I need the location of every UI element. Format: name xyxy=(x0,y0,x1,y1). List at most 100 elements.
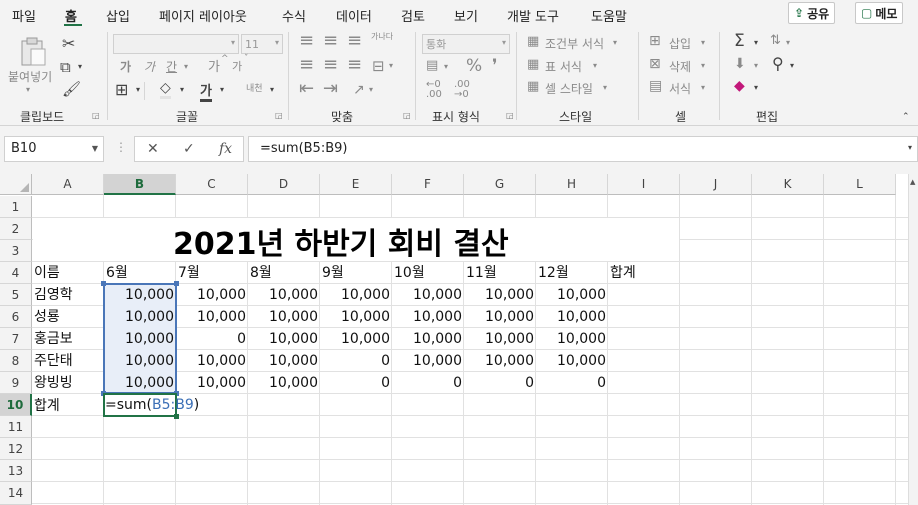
align-middle-icon[interactable]: ≡ xyxy=(323,30,338,51)
delete-dropdown-icon[interactable]: ▾ xyxy=(701,61,705,70)
row-header-3[interactable]: 3 xyxy=(0,240,32,262)
autosum-icon[interactable]: Σ xyxy=(734,31,745,51)
grow-font-button[interactable]: 가 xyxy=(208,56,220,75)
fee-value-cell[interactable]: 10,000 xyxy=(536,284,608,306)
tab-view[interactable]: 보기 xyxy=(454,6,478,25)
find-dropdown-icon[interactable]: ▾ xyxy=(790,61,794,70)
row-header-7[interactable]: 7 xyxy=(0,328,32,350)
enter-icon[interactable]: ✓ xyxy=(183,141,195,157)
column-header-a[interactable]: A xyxy=(32,174,104,195)
header-cell[interactable]: 6월 xyxy=(104,262,130,284)
format-cells-button[interactable]: 서식 xyxy=(669,80,691,97)
comma-style-icon[interactable]: ❜ xyxy=(492,56,497,76)
chevron-down-icon[interactable]: ▼ xyxy=(92,144,98,153)
table-format-dropdown-icon[interactable]: ▾ xyxy=(593,61,597,70)
font-size-dropdown[interactable]: 11 ▾ xyxy=(241,34,283,54)
row-header-9[interactable]: 9 xyxy=(0,372,32,394)
fill-color-icon[interactable]: ◇ xyxy=(160,80,171,99)
fee-value-cell[interactable]: 10,000 xyxy=(536,350,608,372)
fee-value-cell[interactable]: 10,000 xyxy=(392,306,464,328)
number-launcher-icon[interactable]: ◲ xyxy=(506,111,514,120)
total-label[interactable]: 합계 xyxy=(32,396,62,417)
fee-value-cell[interactable]: 10,000 xyxy=(464,306,536,328)
fee-value-cell[interactable]: 0 xyxy=(392,372,464,394)
fee-value-cell[interactable]: 0 xyxy=(320,372,392,394)
member-name-cell[interactable]: 주단태 xyxy=(32,350,75,372)
paste-icon[interactable] xyxy=(18,36,48,66)
tab-developer[interactable]: 개발 도구 xyxy=(507,6,559,25)
underline-button[interactable]: 간 xyxy=(166,58,177,75)
vertical-scrollbar[interactable]: ▲ xyxy=(908,174,918,505)
fee-value-cell[interactable]: 10,000 xyxy=(464,284,536,306)
row-header-1[interactable]: 1 xyxy=(0,196,32,218)
insert-cells-button[interactable]: 삽입 xyxy=(669,35,691,52)
cell-styles-icon[interactable]: ▦ xyxy=(527,79,539,94)
insert-function-icon[interactable]: fx xyxy=(219,141,232,157)
tab-formulas[interactable]: 수식 xyxy=(282,6,306,25)
fee-value-cell[interactable]: 10,000 xyxy=(392,328,464,350)
fee-value-cell[interactable]: 10,000 xyxy=(248,350,320,372)
accounting-format-icon[interactable]: ▤ xyxy=(426,58,438,73)
tab-home[interactable]: 홈 xyxy=(65,6,77,25)
clear-icon[interactable]: ◆ xyxy=(734,78,745,94)
sort-filter-dropdown-icon[interactable]: ▾ xyxy=(786,38,790,47)
increase-indent-icon[interactable]: ⇥ xyxy=(323,78,338,99)
merge-dropdown-icon[interactable]: ▾ xyxy=(389,61,393,70)
name-box[interactable]: B10 ▼ xyxy=(4,136,104,162)
tab-insert[interactable]: 삽입 xyxy=(106,6,130,25)
column-header-f[interactable]: F xyxy=(392,174,464,195)
fee-value-cell[interactable]: 10,000 xyxy=(536,306,608,328)
cut-icon[interactable]: ✂ xyxy=(62,34,75,53)
fee-value-cell[interactable]: 10,000 xyxy=(464,350,536,372)
fee-value-cell[interactable]: 10,000 xyxy=(320,328,392,350)
header-cell[interactable]: 12월 xyxy=(536,262,571,284)
italic-button[interactable]: 가 xyxy=(144,58,155,75)
member-name-cell[interactable]: 홍금보 xyxy=(32,328,75,350)
decrease-indent-icon[interactable]: ⇤ xyxy=(299,78,314,99)
fee-value-cell[interactable]: 10,000 xyxy=(320,284,392,306)
align-right-icon[interactable]: ≡ xyxy=(347,54,362,75)
tab-file[interactable]: 파일 xyxy=(12,6,36,25)
column-header-h[interactable]: H xyxy=(536,174,608,195)
member-name-cell[interactable]: 성룡 xyxy=(32,306,62,328)
fee-value-cell[interactable]: 0 xyxy=(464,372,536,394)
insert-cells-icon[interactable]: ⊞ xyxy=(649,33,661,49)
fill-dropdown-icon[interactable]: ▾ xyxy=(754,61,758,70)
insert-dropdown-icon[interactable]: ▾ xyxy=(701,38,705,47)
copy-dropdown-icon[interactable]: ▾ xyxy=(78,62,82,71)
row-header-13[interactable]: 13 xyxy=(0,460,32,482)
fee-value-cell[interactable]: 10,000 xyxy=(176,284,248,306)
align-left-icon[interactable]: ≡ xyxy=(299,54,314,75)
bold-button[interactable]: 가 xyxy=(120,58,131,75)
cell-styles-dropdown-icon[interactable]: ▾ xyxy=(603,83,607,92)
row-header-4[interactable]: 4 xyxy=(0,262,32,284)
column-header-g[interactable]: G xyxy=(464,174,536,195)
row-header-5[interactable]: 5 xyxy=(0,284,32,306)
format-painter-icon[interactable]: 🖌 xyxy=(62,80,81,98)
sheet-title[interactable]: 2021년 하반기 회비 결산 xyxy=(173,219,509,263)
wrap-text-button[interactable]: 가나다 xyxy=(371,33,393,41)
row-header-2[interactable]: 2 xyxy=(0,218,32,240)
alignment-launcher-icon[interactable]: ◲ xyxy=(403,111,411,120)
orientation-dropdown-icon[interactable]: ▾ xyxy=(369,85,373,94)
number-format-dropdown[interactable]: 통화 ▾ xyxy=(422,34,510,54)
paste-label[interactable]: 붙여넣기 xyxy=(8,68,52,85)
row-header-12[interactable]: 12 xyxy=(0,438,32,460)
conditional-format-icon[interactable]: ▦ xyxy=(527,34,539,49)
column-header-b[interactable]: B xyxy=(104,174,176,195)
member-name-cell[interactable]: 왕빙빙 xyxy=(32,372,75,394)
phonetic-dropdown-icon[interactable]: ▾ xyxy=(270,85,274,94)
clear-dropdown-icon[interactable]: ▾ xyxy=(754,83,758,92)
column-header-i[interactable]: I xyxy=(608,174,680,195)
header-cell[interactable]: 이름 xyxy=(32,262,62,284)
fee-value-cell[interactable]: 10,000 xyxy=(464,328,536,350)
fee-value-cell[interactable]: 10,000 xyxy=(104,328,176,350)
select-all-button[interactable] xyxy=(0,174,32,195)
fee-value-cell[interactable]: 0 xyxy=(320,350,392,372)
align-bottom-icon[interactable]: ≡ xyxy=(347,30,362,51)
share-button[interactable]: ⇪ 공유 xyxy=(788,2,836,24)
increase-decimal-icon[interactable]: ←0.00 xyxy=(426,80,442,100)
formula-input[interactable]: =sum(B5:B9) xyxy=(248,136,918,162)
delete-cells-icon[interactable]: ⊠ xyxy=(649,56,661,72)
clipboard-launcher-icon[interactable]: ◲ xyxy=(92,111,100,120)
